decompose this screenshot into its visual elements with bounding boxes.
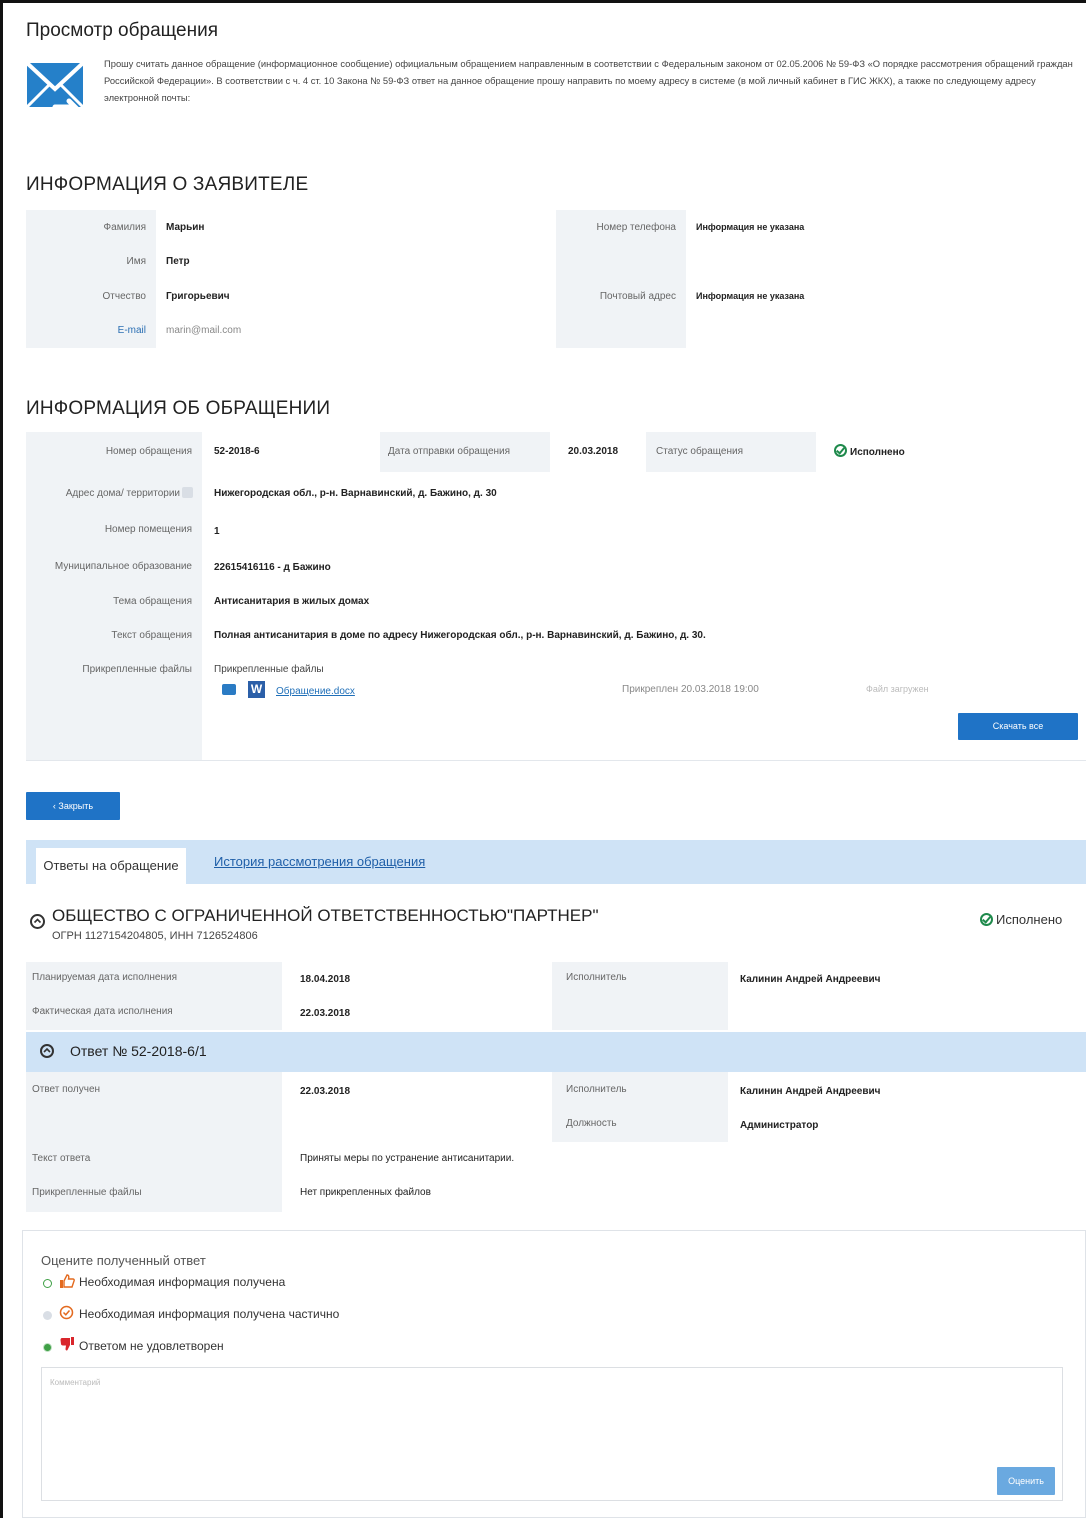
phone-label: Номер телефона bbox=[596, 222, 676, 233]
appeal-text-value: Полная антисанитария в доме по адресу Ни… bbox=[214, 630, 706, 641]
answer-executor-label: Исполнитель bbox=[566, 1084, 627, 1095]
municipality-value: 22615416116 - д Бажино bbox=[214, 562, 331, 573]
rating-title: Оцените полученный ответ bbox=[41, 1253, 206, 1268]
sent-date-value: 20.03.2018 bbox=[568, 446, 619, 457]
appeal-heading: ИНФОРМАЦИЯ ОБ ОБРАЩЕНИИ bbox=[26, 398, 331, 419]
org-executor-value: Калинин Андрей Андреевич bbox=[740, 974, 881, 985]
submit-rating-button[interactable]: Оценить bbox=[997, 1467, 1055, 1495]
file-attached-date: Прикреплен 20.03.2018 19:00 bbox=[622, 684, 759, 695]
answer-labels-bg-right bbox=[552, 1072, 728, 1142]
planned-date-label: Планируемая дата исполнения bbox=[32, 972, 177, 983]
word-file-icon: W bbox=[248, 681, 265, 698]
rating-option-1[interactable]: Необходимая информация получена bbox=[79, 1275, 285, 1289]
email-label: E-mail bbox=[117, 325, 146, 336]
position-label: Должность bbox=[566, 1118, 617, 1129]
first-name-value: Петр bbox=[166, 256, 190, 267]
sent-date-label: Дата отправки обращения bbox=[388, 446, 511, 457]
topic-label: Тема обращения bbox=[113, 596, 192, 607]
rating-radio-1[interactable] bbox=[43, 1279, 52, 1288]
check-circle-icon bbox=[980, 913, 993, 926]
last-name-value: Марьин bbox=[166, 222, 205, 233]
collapse-icon[interactable] bbox=[30, 914, 45, 929]
rating-option-3[interactable]: Ответом не удовлетворен bbox=[79, 1339, 224, 1353]
intro-text: Прошу считать данное обращение (информац… bbox=[104, 58, 1073, 103]
answer-text-label: Текст ответа bbox=[32, 1153, 91, 1164]
answer-text-value: Приняты меры по устранение антисанитарии… bbox=[300, 1153, 515, 1164]
rating-option-2[interactable]: Необходимая информация получена частично bbox=[79, 1307, 339, 1321]
file-status: Файл загружен bbox=[866, 684, 929, 694]
postal-value: Информация не указана bbox=[696, 291, 805, 301]
last-name-label: Фамилия bbox=[103, 222, 146, 233]
actual-date-value: 22.03.2018 bbox=[300, 1008, 351, 1019]
received-label: Ответ получен bbox=[32, 1084, 101, 1095]
planned-date-value: 18.04.2018 bbox=[300, 974, 351, 985]
topic-value: Антисанитария в жилых домах bbox=[214, 596, 370, 607]
municipality-label: Муниципальное образование bbox=[54, 561, 192, 572]
answer-files-value: Нет прикрепленных файлов bbox=[300, 1187, 431, 1198]
answer-files-label: Прикрепленные файлы bbox=[32, 1187, 142, 1198]
envelope-reply-icon bbox=[25, 61, 85, 116]
room-value: 1 bbox=[214, 526, 220, 537]
patronymic-label: Отчество bbox=[102, 291, 146, 302]
collapse-icon[interactable] bbox=[40, 1044, 54, 1058]
info-icon[interactable] bbox=[182, 487, 193, 498]
page-title: Просмотр обращения bbox=[26, 20, 219, 41]
address-label: Адрес дома/ территории bbox=[65, 488, 180, 499]
first-name-label: Имя bbox=[126, 256, 146, 267]
answer-executor-value: Калинин Андрей Андреевич bbox=[740, 1086, 881, 1097]
check-circle-icon bbox=[834, 444, 847, 457]
actual-date-label: Фактическая дата исполнения bbox=[32, 1006, 173, 1017]
sign-icon[interactable] bbox=[222, 684, 236, 695]
received-value: 22.03.2018 bbox=[300, 1086, 351, 1097]
position-value: Администратор bbox=[740, 1120, 819, 1131]
organization-status: Исполнено bbox=[980, 912, 1062, 927]
answer-title: Ответ № 52-2018-6/1 bbox=[70, 1043, 207, 1059]
tabs-bar: Ответы на обращение История рассмотрения… bbox=[26, 840, 1086, 884]
rating-panel: Оцените полученный ответ Необходимая инф… bbox=[22, 1230, 1086, 1518]
download-all-button[interactable]: Скачать все bbox=[958, 713, 1078, 740]
close-button-label: Закрыть bbox=[58, 801, 94, 811]
comment-placeholder: Комментарий bbox=[50, 1378, 101, 1387]
rating-radio-3[interactable] bbox=[43, 1343, 52, 1352]
close-button[interactable]: ‹ Закрыть bbox=[26, 792, 120, 820]
partial-check-icon bbox=[59, 1305, 74, 1320]
files-label: Прикрепленные файлы bbox=[82, 664, 192, 675]
applicant-heading: ИНФОРМАЦИЯ О ЗАЯВИТЕЛЕ bbox=[26, 174, 309, 195]
status-value: Исполнено bbox=[834, 444, 905, 458]
thumbs-up-icon bbox=[60, 1274, 75, 1288]
appeal-number-value: 52-2018-6 bbox=[214, 446, 260, 457]
answer-header[interactable]: Ответ № 52-2018-6/1 bbox=[26, 1032, 1086, 1072]
postal-label: Почтовый адрес bbox=[599, 291, 676, 302]
thumbs-down-icon bbox=[60, 1337, 74, 1351]
rating-radio-2[interactable] bbox=[43, 1311, 52, 1320]
phone-value: Информация не указана bbox=[696, 222, 805, 232]
comment-textarea[interactable]: Комментарий bbox=[41, 1367, 1063, 1501]
status-text: Исполнено bbox=[850, 447, 905, 458]
status-label: Статус обращения bbox=[656, 446, 744, 457]
appeal-number-label: Номер обращения bbox=[105, 446, 192, 457]
appeal-text-label: Текст обращения bbox=[111, 630, 192, 641]
tab-history[interactable]: История рассмотрения обращения bbox=[214, 854, 425, 869]
patronymic-value: Григорьевич bbox=[166, 291, 230, 302]
files-header: Прикрепленные файлы bbox=[214, 664, 324, 675]
org-executor-label: Исполнитель bbox=[566, 972, 627, 983]
tab-answers[interactable]: Ответы на обращение bbox=[36, 848, 186, 884]
organization-name: ОБЩЕСТВО С ОГРАНИЧЕННОЙ ОТВЕТСТВЕННОСТЬЮ… bbox=[52, 906, 599, 925]
divider bbox=[26, 760, 1086, 761]
file-link[interactable]: Обращение.docx bbox=[276, 686, 355, 697]
room-label: Номер помещения bbox=[104, 524, 192, 535]
email-value: marin@mail.com bbox=[166, 325, 242, 336]
address-value: Нижегородская обл., р-н. Варнавинский, д… bbox=[214, 488, 497, 499]
organization-status-text: Исполнено bbox=[996, 912, 1063, 927]
organization-ids: ОГРН 1127154204805, ИНН 7126524806 bbox=[52, 930, 258, 942]
